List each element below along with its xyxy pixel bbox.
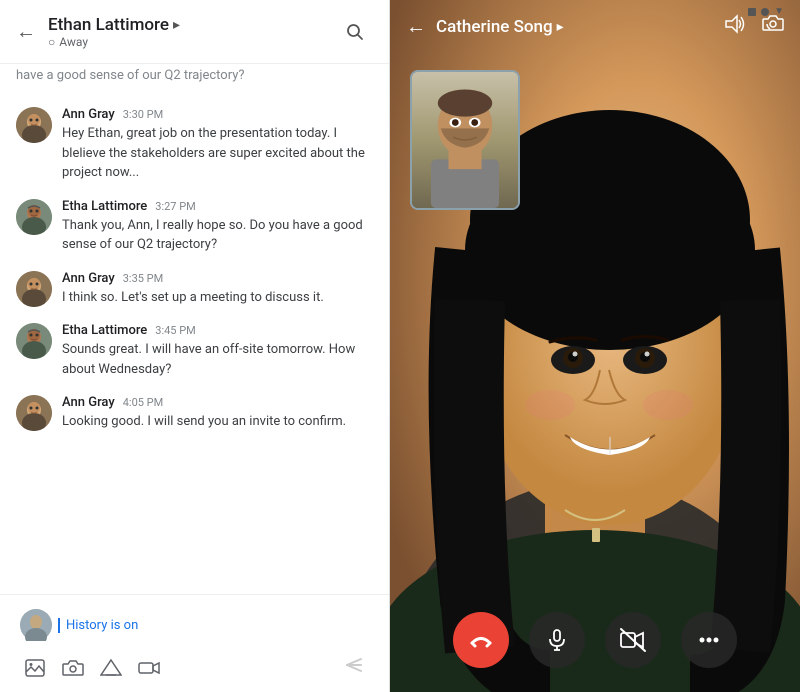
signal-icon: ▼ <box>774 6 784 17</box>
message-meta: Ann Gray 4:05 PM <box>62 395 373 410</box>
table-row: Ann Gray 3:35 PM I think so. Let's set u… <box>0 263 389 316</box>
mute-button[interactable] <box>529 612 585 668</box>
message-text: I think so. Let's set up a meeting to di… <box>62 288 373 308</box>
message-content: Etha Lattimore 3:27 PM Thank you, Ann, I… <box>62 199 373 255</box>
truncated-message: have a good sense of our Q2 trajectory? <box>0 64 389 91</box>
message-content: Ann Gray 3:35 PM I think so. Let's set u… <box>62 271 373 308</box>
self-view-content <box>412 72 518 208</box>
table-row: Etha Lattimore 3:27 PM Thank you, Ann, I… <box>0 191 389 263</box>
video-back-button[interactable]: ← <box>406 14 426 39</box>
message-text: Sounds great. I will have an off-site to… <box>62 340 373 379</box>
message-meta: Etha Lattimore 3:45 PM <box>62 323 373 338</box>
chat-messages: Ann Gray 3:30 PM Hey Ethan, great job on… <box>0 91 389 594</box>
video-panel: ▼ ← Catherine Song ▸ <box>390 0 800 692</box>
table-row: Ann Gray 3:30 PM Hey Ethan, great job on… <box>0 99 389 191</box>
video-contact-name: Catherine Song ▸ <box>436 17 714 37</box>
speaker-icon[interactable] <box>724 14 746 39</box>
avatar <box>16 271 52 307</box>
message-text: Thank you, Ann, I really hope so. Do you… <box>62 216 373 255</box>
chat-header: ← Ethan Lattimore ▸ ○ Away <box>0 0 389 64</box>
video-header: ← Catherine Song ▸ <box>390 0 800 53</box>
call-controls <box>390 612 800 668</box>
message-meta: Ann Gray 3:35 PM <box>62 271 373 286</box>
status-bar: ▼ <box>748 6 784 17</box>
name-chevron[interactable]: ▸ <box>173 17 180 33</box>
status-symbol: ○ <box>48 35 55 49</box>
message-text: Looking good. I will send you an invite … <box>62 412 373 432</box>
chat-panel: ← Ethan Lattimore ▸ ○ Away have a good s… <box>0 0 390 692</box>
avatar <box>16 107 52 143</box>
message-meta: Etha Lattimore 3:27 PM <box>62 199 373 214</box>
history-label: History is on <box>58 618 369 633</box>
message-text: Hey Ethan, great job on the presentation… <box>62 124 373 183</box>
self-avatar <box>20 609 52 641</box>
chat-toolbar <box>12 647 377 684</box>
history-bar: History is on <box>12 603 377 647</box>
self-view-thumbnail <box>410 70 520 210</box>
search-button[interactable] <box>337 14 373 50</box>
end-call-button[interactable] <box>453 612 509 668</box>
chat-input-area: History is on <box>0 594 389 692</box>
drive-icon[interactable] <box>100 657 122 679</box>
contact-status: ○ Away <box>48 35 337 49</box>
video-off-button[interactable] <box>605 612 661 668</box>
avatar <box>16 323 52 359</box>
video-icon[interactable] <box>138 657 160 679</box>
avatar <box>16 199 52 235</box>
battery-icon <box>748 8 756 16</box>
table-row: Etha Lattimore 3:45 PM Sounds great. I w… <box>0 315 389 387</box>
video-name-chevron[interactable]: ▸ <box>557 19 564 35</box>
back-button[interactable]: ← <box>16 19 36 44</box>
message-content: Ann Gray 4:05 PM Looking good. I will se… <box>62 395 373 432</box>
table-row: Ann Gray 4:05 PM Looking good. I will se… <box>0 387 389 440</box>
wifi-icon <box>761 8 769 16</box>
contact-name: Ethan Lattimore ▸ <box>48 15 337 35</box>
avatar <box>16 395 52 431</box>
video-top-controls <box>724 14 784 39</box>
message-content: Etha Lattimore 3:45 PM Sounds great. I w… <box>62 323 373 379</box>
chat-header-info: Ethan Lattimore ▸ ○ Away <box>48 15 337 49</box>
self-view-svg <box>410 72 520 208</box>
image-icon[interactable] <box>24 657 46 679</box>
camera-icon[interactable] <box>62 657 84 679</box>
more-options-button[interactable] <box>681 612 737 668</box>
message-meta: Ann Gray 3:30 PM <box>62 107 373 122</box>
send-button[interactable] <box>343 655 365 680</box>
toolbar-left <box>24 657 160 679</box>
camera-flip-icon[interactable] <box>762 14 784 39</box>
message-content: Ann Gray 3:30 PM Hey Ethan, great job on… <box>62 107 373 183</box>
